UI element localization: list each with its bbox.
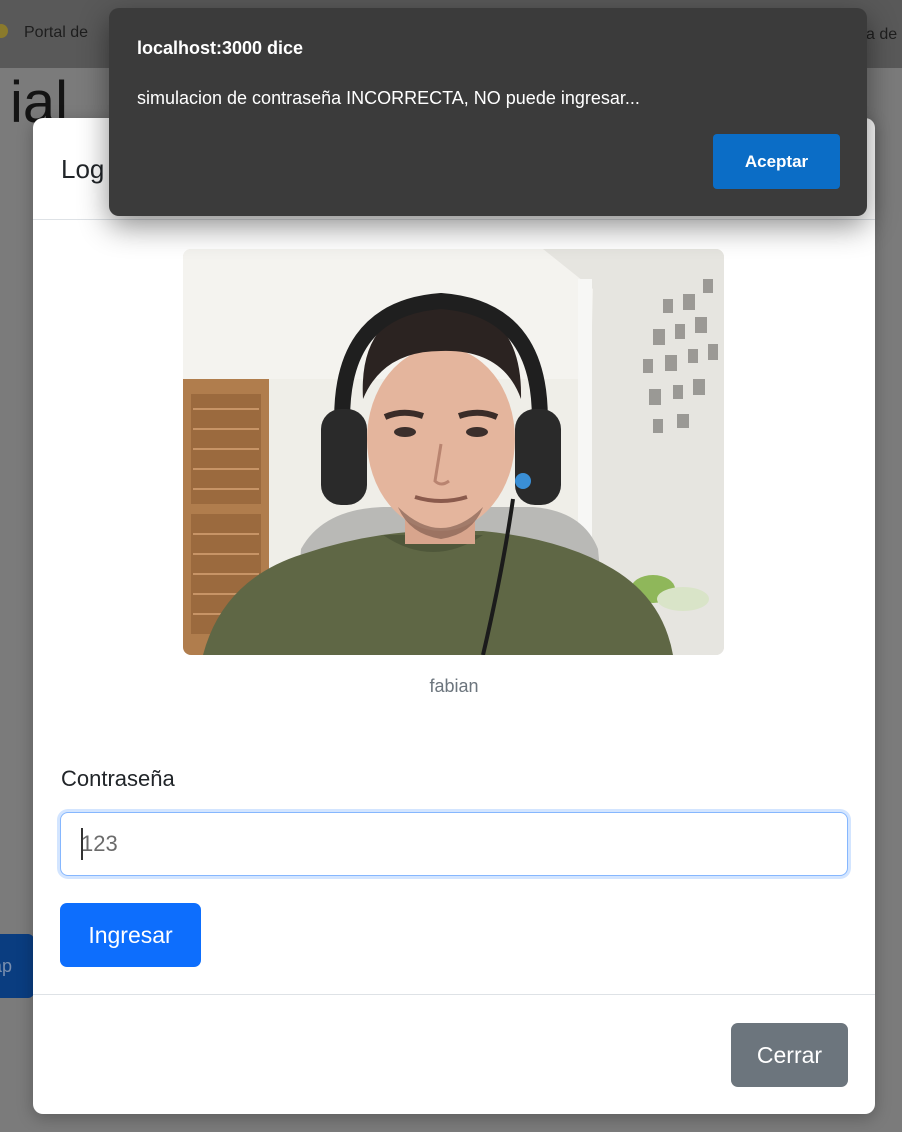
- brand-logo-icon: [0, 24, 8, 38]
- modal-title: Log: [61, 154, 105, 184]
- background-primary-button: ap: [0, 934, 34, 998]
- login-modal: Log fabian Contraseña 123 Ingresar Cerra…: [33, 118, 875, 1114]
- alert-accept-button[interactable]: Aceptar: [713, 134, 840, 189]
- close-modal-button[interactable]: Cerrar: [731, 1023, 848, 1087]
- alert-origin: localhost:3000 dice: [137, 38, 304, 58]
- user-photo-image: [183, 249, 724, 655]
- alert-message: simulacion de contraseña INCORRECTA, NO …: [137, 88, 640, 108]
- user-photo: [183, 249, 724, 655]
- nav-link-right[interactable]: a de: [866, 26, 897, 44]
- text-caret: [81, 828, 83, 860]
- nav-link-portal[interactable]: Portal de: [24, 24, 88, 42]
- password-input[interactable]: [60, 812, 848, 876]
- password-label: Contraseña: [61, 766, 175, 791]
- browser-alert-dialog: localhost:3000 dice simulacion de contra…: [109, 8, 867, 216]
- user-name-caption: fabian: [429, 676, 479, 696]
- login-submit-button[interactable]: Ingresar: [60, 903, 201, 967]
- background-button-label: ap: [0, 956, 13, 976]
